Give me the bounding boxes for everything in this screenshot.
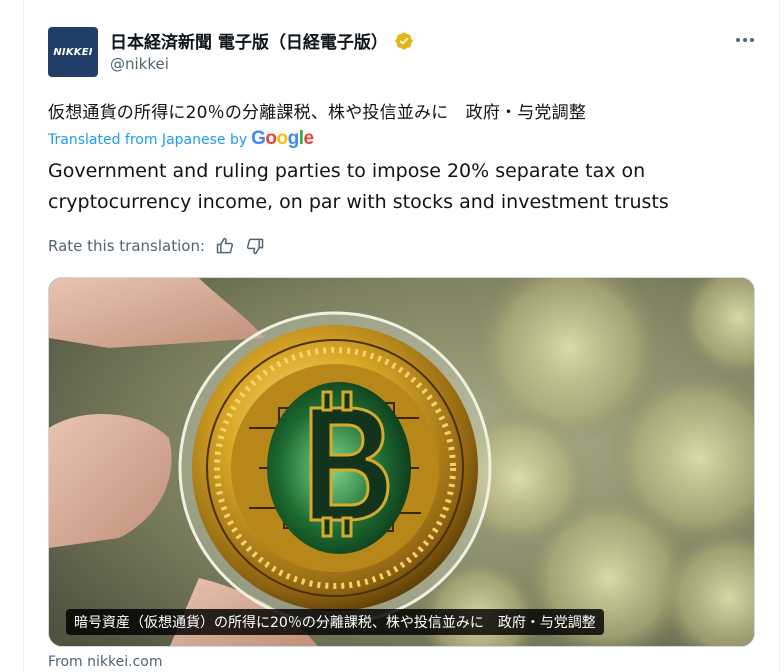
- verified-badge-icon[interactable]: [394, 31, 414, 51]
- user-handle[interactable]: @nikkei: [110, 55, 169, 73]
- avatar[interactable]: NIKKEI: [48, 27, 98, 77]
- card-caption: 暗号資産（仮想通貨）の所得に20％の分離課税、株や投信並みに 政府・与党調整: [66, 609, 604, 635]
- timeline-border-right: [779, 0, 780, 672]
- rate-translation-label: Rate this translation:: [48, 237, 206, 255]
- post-original-text: 仮想通貨の所得に20％の分離課税、株や投信並みに 政府・与党調整: [48, 103, 587, 123]
- translated-from-link[interactable]: Translated from Japanese by: [48, 132, 247, 148]
- timeline-border-left: [23, 0, 24, 672]
- thumbs-down-icon[interactable]: [245, 236, 265, 256]
- post-translated-text: Government and ruling parties to impose …: [48, 160, 669, 213]
- more-horizontal-icon: [736, 38, 754, 42]
- display-name[interactable]: 日本経済新聞 電子版（日経電子版）: [110, 28, 388, 53]
- google-logo: Google: [251, 128, 314, 149]
- card-source-link[interactable]: From nikkei.com: [48, 654, 162, 670]
- translation-attribution: Translated from Japanese by Google: [48, 128, 314, 151]
- thumbs-up-icon[interactable]: [215, 236, 235, 256]
- bitcoin-photo: [49, 278, 754, 646]
- rate-translation-row: Rate this translation:: [48, 236, 265, 256]
- avatar-logo-text: NIKKEI: [53, 46, 93, 58]
- more-options-button[interactable]: [733, 28, 757, 52]
- author-name-row: 日本経済新聞 電子版（日経電子版）: [110, 28, 414, 53]
- link-card-image[interactable]: 暗号資産（仮想通貨）の所得に20％の分離課税、株や投信並みに 政府・与党調整: [48, 277, 755, 647]
